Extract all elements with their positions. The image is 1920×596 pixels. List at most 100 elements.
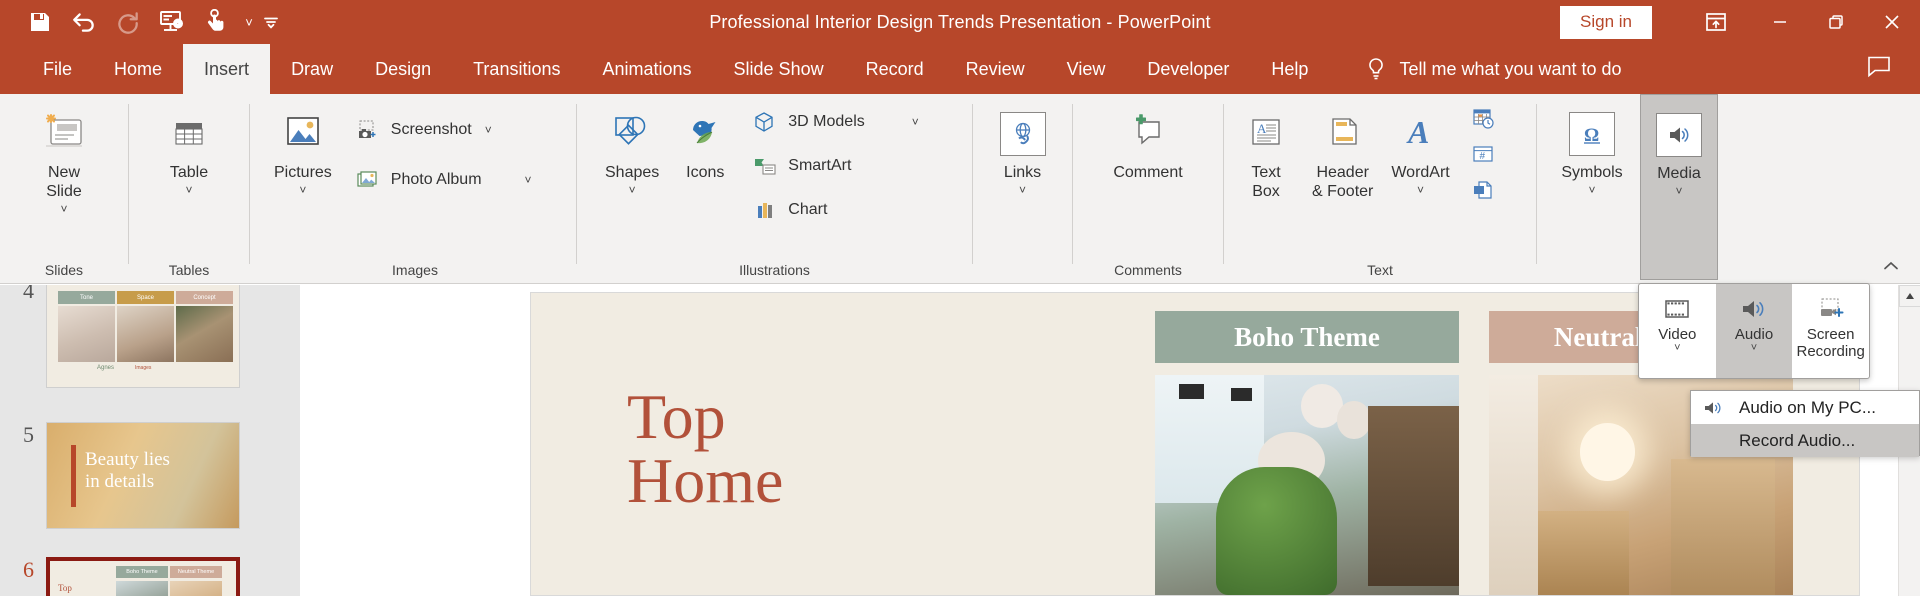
ribbon-group-images: Pictures ˅ Screenshot ˅ Photo Album ˅ Im… xyxy=(250,94,580,284)
media-chevron-down-icon[interactable]: ˅ xyxy=(1675,185,1682,197)
object-button[interactable] xyxy=(1466,176,1500,208)
thumbnail-slide-5[interactable]: 5 Beauty lies in details xyxy=(8,422,240,529)
header-footer-button[interactable]: Header & Footer xyxy=(1306,102,1379,206)
thumb-label-tone: Tone xyxy=(58,291,115,304)
text-box-button[interactable]: A Text Box xyxy=(1234,102,1298,206)
audio-submenu: Audio on My PC... Record Audio... xyxy=(1690,390,1920,457)
scroll-up-icon[interactable] xyxy=(1899,285,1920,307)
media-dropdown-screen-recording[interactable]: Screen Recording xyxy=(1792,284,1869,378)
slide-thumbnail-pane[interactable]: 4 Tone Space Concept Agnes Images 5 Beau… xyxy=(0,285,300,596)
photo-album-chevron-down-icon[interactable]: ˅ xyxy=(525,173,532,187)
undo-icon[interactable] xyxy=(62,5,106,39)
thumbnail-number: 4 xyxy=(23,285,34,303)
restore-icon[interactable] xyxy=(1808,0,1864,44)
tab-design[interactable]: Design xyxy=(354,44,452,94)
tab-slide-show[interactable]: Slide Show xyxy=(713,44,845,94)
shapes-button[interactable]: Shapes ˅ xyxy=(599,102,665,199)
close-icon[interactable] xyxy=(1864,0,1920,44)
slide-title[interactable]: Top Home xyxy=(627,385,783,513)
media-dropdown-video[interactable]: Video ˅ xyxy=(1639,284,1716,378)
links-label: Links xyxy=(1003,164,1042,181)
ribbon-group-caption-links xyxy=(973,260,1072,284)
thumb-photo xyxy=(176,306,233,362)
pictures-button[interactable]: Pictures ˅ xyxy=(268,102,338,199)
tab-insert[interactable]: Insert xyxy=(183,44,271,94)
tab-help[interactable]: Help xyxy=(1250,44,1329,94)
media-button[interactable]: Media ˅ xyxy=(1647,103,1711,200)
comment-button[interactable]: Comment xyxy=(1107,102,1188,187)
photo-album-label: Photo Album xyxy=(390,171,482,188)
slide-number-button[interactable]: # xyxy=(1466,140,1500,172)
save-icon[interactable] xyxy=(18,5,62,39)
new-slide-chevron-down-icon[interactable]: ˅ xyxy=(60,203,67,215)
photo-album-button[interactable]: Photo Album ˅ xyxy=(348,162,538,198)
tab-developer[interactable]: Developer xyxy=(1126,44,1250,94)
svg-text:A: A xyxy=(1257,121,1267,136)
thumb-photo xyxy=(170,581,222,596)
table-button[interactable]: Table ˅ xyxy=(157,102,221,199)
wordart-chevron-down-icon[interactable]: ˅ xyxy=(1417,184,1424,196)
smartart-button[interactable]: SmartArt xyxy=(745,148,925,184)
3d-models-chevron-down-icon[interactable]: ˅ xyxy=(912,115,919,129)
icons-button[interactable]: Icons xyxy=(673,102,737,187)
tab-home[interactable]: Home xyxy=(93,44,183,94)
svg-text:#: # xyxy=(1479,151,1485,162)
screenshot-button[interactable]: Screenshot ˅ xyxy=(348,112,538,148)
chart-icon xyxy=(751,197,779,223)
comments-icon[interactable] xyxy=(1866,55,1892,84)
symbols-chevron-down-icon[interactable]: ˅ xyxy=(1588,184,1595,196)
title-bar: ˅ Professional Interior Design Trends Pr… xyxy=(0,0,1920,44)
ribbon-tab-strip: File Home Insert Draw Design Transitions… xyxy=(0,44,1920,94)
tab-animations[interactable]: Animations xyxy=(581,44,712,94)
tab-transitions[interactable]: Transitions xyxy=(452,44,581,94)
thumbnail-image[interactable]: Tone Space Concept Agnes Images xyxy=(46,285,240,388)
redo-icon[interactable] xyxy=(106,5,150,39)
start-from-beginning-icon[interactable] xyxy=(150,5,194,39)
wordart-icon: A xyxy=(1399,106,1443,162)
thumbnail-image[interactable]: Beauty lies in details xyxy=(46,422,240,529)
links-button[interactable]: Links ˅ xyxy=(991,102,1055,199)
title-text: Professional Interior Design Trends Pres… xyxy=(709,11,1211,32)
customize-qat-icon[interactable] xyxy=(260,5,282,39)
sign-in-button[interactable]: Sign in xyxy=(1560,5,1652,39)
tab-view[interactable]: View xyxy=(1046,44,1127,94)
ribbon-display-options-icon[interactable] xyxy=(1680,0,1752,44)
record-audio-menu-item[interactable]: Record Audio... xyxy=(1691,424,1919,457)
symbols-button[interactable]: Ω Symbols ˅ xyxy=(1555,102,1628,199)
theme-card-boho[interactable]: Boho Theme xyxy=(1155,311,1459,595)
wordart-button[interactable]: A WordArt ˅ xyxy=(1385,102,1455,199)
3d-models-button[interactable]: 3D Models ˅ xyxy=(745,104,925,140)
date-and-time-button[interactable] xyxy=(1466,104,1500,136)
record-audio-label: Record Audio... xyxy=(1739,430,1856,450)
audio-on-my-pc-menu-item[interactable]: Audio on My PC... xyxy=(1691,391,1919,424)
text-box-icon: A xyxy=(1244,106,1288,162)
touch-mode-chevron-down-icon[interactable]: ˅ xyxy=(238,5,260,39)
chart-button[interactable]: Chart xyxy=(745,192,925,228)
media-dropdown-audio[interactable]: Audio ˅ xyxy=(1715,284,1793,378)
pictures-chevron-down-icon[interactable]: ˅ xyxy=(299,184,306,196)
tell-me-search[interactable]: Tell me what you want to do xyxy=(1365,44,1622,94)
screenshot-chevron-down-icon[interactable]: ˅ xyxy=(485,123,492,137)
tab-review[interactable]: Review xyxy=(945,44,1046,94)
tab-draw[interactable]: Draw xyxy=(270,44,354,94)
links-chevron-down-icon[interactable]: ˅ xyxy=(1019,184,1026,196)
minimize-icon[interactable] xyxy=(1752,0,1808,44)
new-slide-icon xyxy=(38,106,90,162)
quick-access-toolbar: ˅ xyxy=(0,0,282,44)
table-chevron-down-icon[interactable]: ˅ xyxy=(185,184,192,196)
tab-file[interactable]: File xyxy=(22,44,93,94)
thumbnail-slide-6[interactable]: 6 Top Boho Theme Neutral Theme xyxy=(8,557,240,596)
lightbulb-icon xyxy=(1365,56,1387,82)
thumbnail-image[interactable]: Top Boho Theme Neutral Theme xyxy=(46,557,240,596)
touch-mode-icon[interactable] xyxy=(194,5,238,39)
photo-album-icon xyxy=(354,167,382,193)
shapes-chevron-down-icon[interactable]: ˅ xyxy=(629,184,636,196)
new-slide-button[interactable]: New Slide ˅ xyxy=(32,102,96,218)
tab-record[interactable]: Record xyxy=(845,44,945,94)
collapse-ribbon-icon[interactable] xyxy=(1878,255,1904,277)
video-icon xyxy=(1662,292,1692,326)
video-chevron-down-icon[interactable]: ˅ xyxy=(1674,343,1680,354)
thumbnail-slide-4[interactable]: 4 Tone Space Concept Agnes Images xyxy=(8,285,240,388)
audio-chevron-down-icon[interactable]: ˅ xyxy=(1751,343,1757,354)
date-and-time-icon xyxy=(1470,106,1496,135)
